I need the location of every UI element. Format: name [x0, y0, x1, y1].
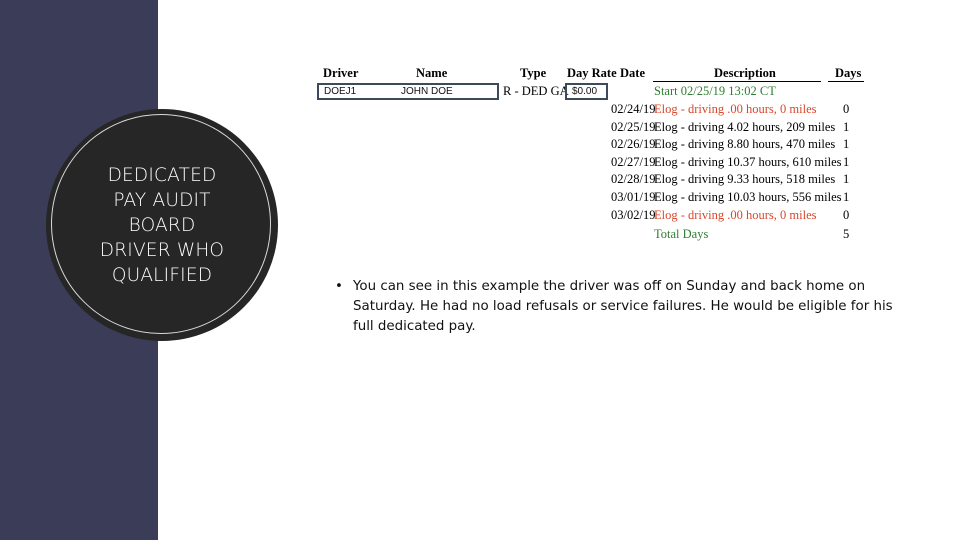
row-description: Elog - driving 8.80 hours, 470 miles [654, 137, 836, 152]
header-driver: Driver [323, 66, 359, 80]
row-days: 1 [843, 172, 850, 187]
row-description: Elog - driving 10.03 hours, 556 miles [654, 190, 842, 204]
row-days: 0 [843, 207, 850, 222]
title-line: QUALIFIED [111, 265, 213, 286]
row-date: 03/02/19 [611, 207, 656, 222]
total-days-value: 5 [843, 227, 850, 241]
row-date: 02/26/19 [611, 137, 656, 152]
explanation-text: You can see in this example the driver w… [353, 279, 893, 334]
header-divider [653, 81, 821, 82]
total-days-label: Total Days [654, 227, 709, 241]
row-days: 1 [843, 137, 850, 152]
row-days: 0 [843, 102, 850, 116]
header-name: Name [416, 66, 448, 80]
driver-id: DOEJ1 [324, 86, 357, 97]
start-time: Start 02/25/19 13:02 CT [654, 84, 776, 98]
row-date: 03/01/19 [611, 190, 656, 204]
row-days: 1 [843, 154, 850, 169]
row-days: 1 [843, 119, 850, 134]
driver-name-box: DOEJ1 JOHN DOE [317, 83, 499, 100]
day-rate-box: $0.00 [565, 83, 608, 100]
driver-name: JOHN DOE [401, 86, 453, 97]
row-date: 02/28/19 [611, 172, 656, 187]
row-days: 1 [843, 190, 850, 204]
header-divider [828, 81, 864, 82]
row-description: Elog - driving 9.33 hours, 518 miles [654, 172, 836, 187]
row-description: Elog - driving 10.37 hours, 610 miles [654, 154, 842, 169]
explanation-bullet: • You can see in this example the driver… [335, 277, 895, 337]
row-date: 02/24/19 [611, 102, 656, 116]
row-date: 02/25/19 [611, 119, 656, 134]
row-description: Elog - driving .00 hours, 0 miles [654, 102, 817, 116]
header-date: Date [620, 66, 645, 80]
row-description: Elog - driving .00 hours, 0 miles [654, 207, 817, 222]
header-days: Days [835, 66, 862, 80]
pay-audit-table: Driver Name Type Day Rate Date Descripti… [0, 0, 960, 260]
bullet-marker: • [335, 279, 343, 294]
driver-type: R - DED GA [503, 84, 569, 98]
row-description: Elog - driving 4.02 hours, 209 miles [654, 119, 836, 134]
header-description: Description [714, 66, 776, 80]
row-date: 02/27/19 [611, 154, 656, 169]
header-type: Type [520, 66, 547, 80]
header-day-rate: Day Rate [567, 66, 617, 80]
day-rate-value: $0.00 [572, 86, 598, 97]
